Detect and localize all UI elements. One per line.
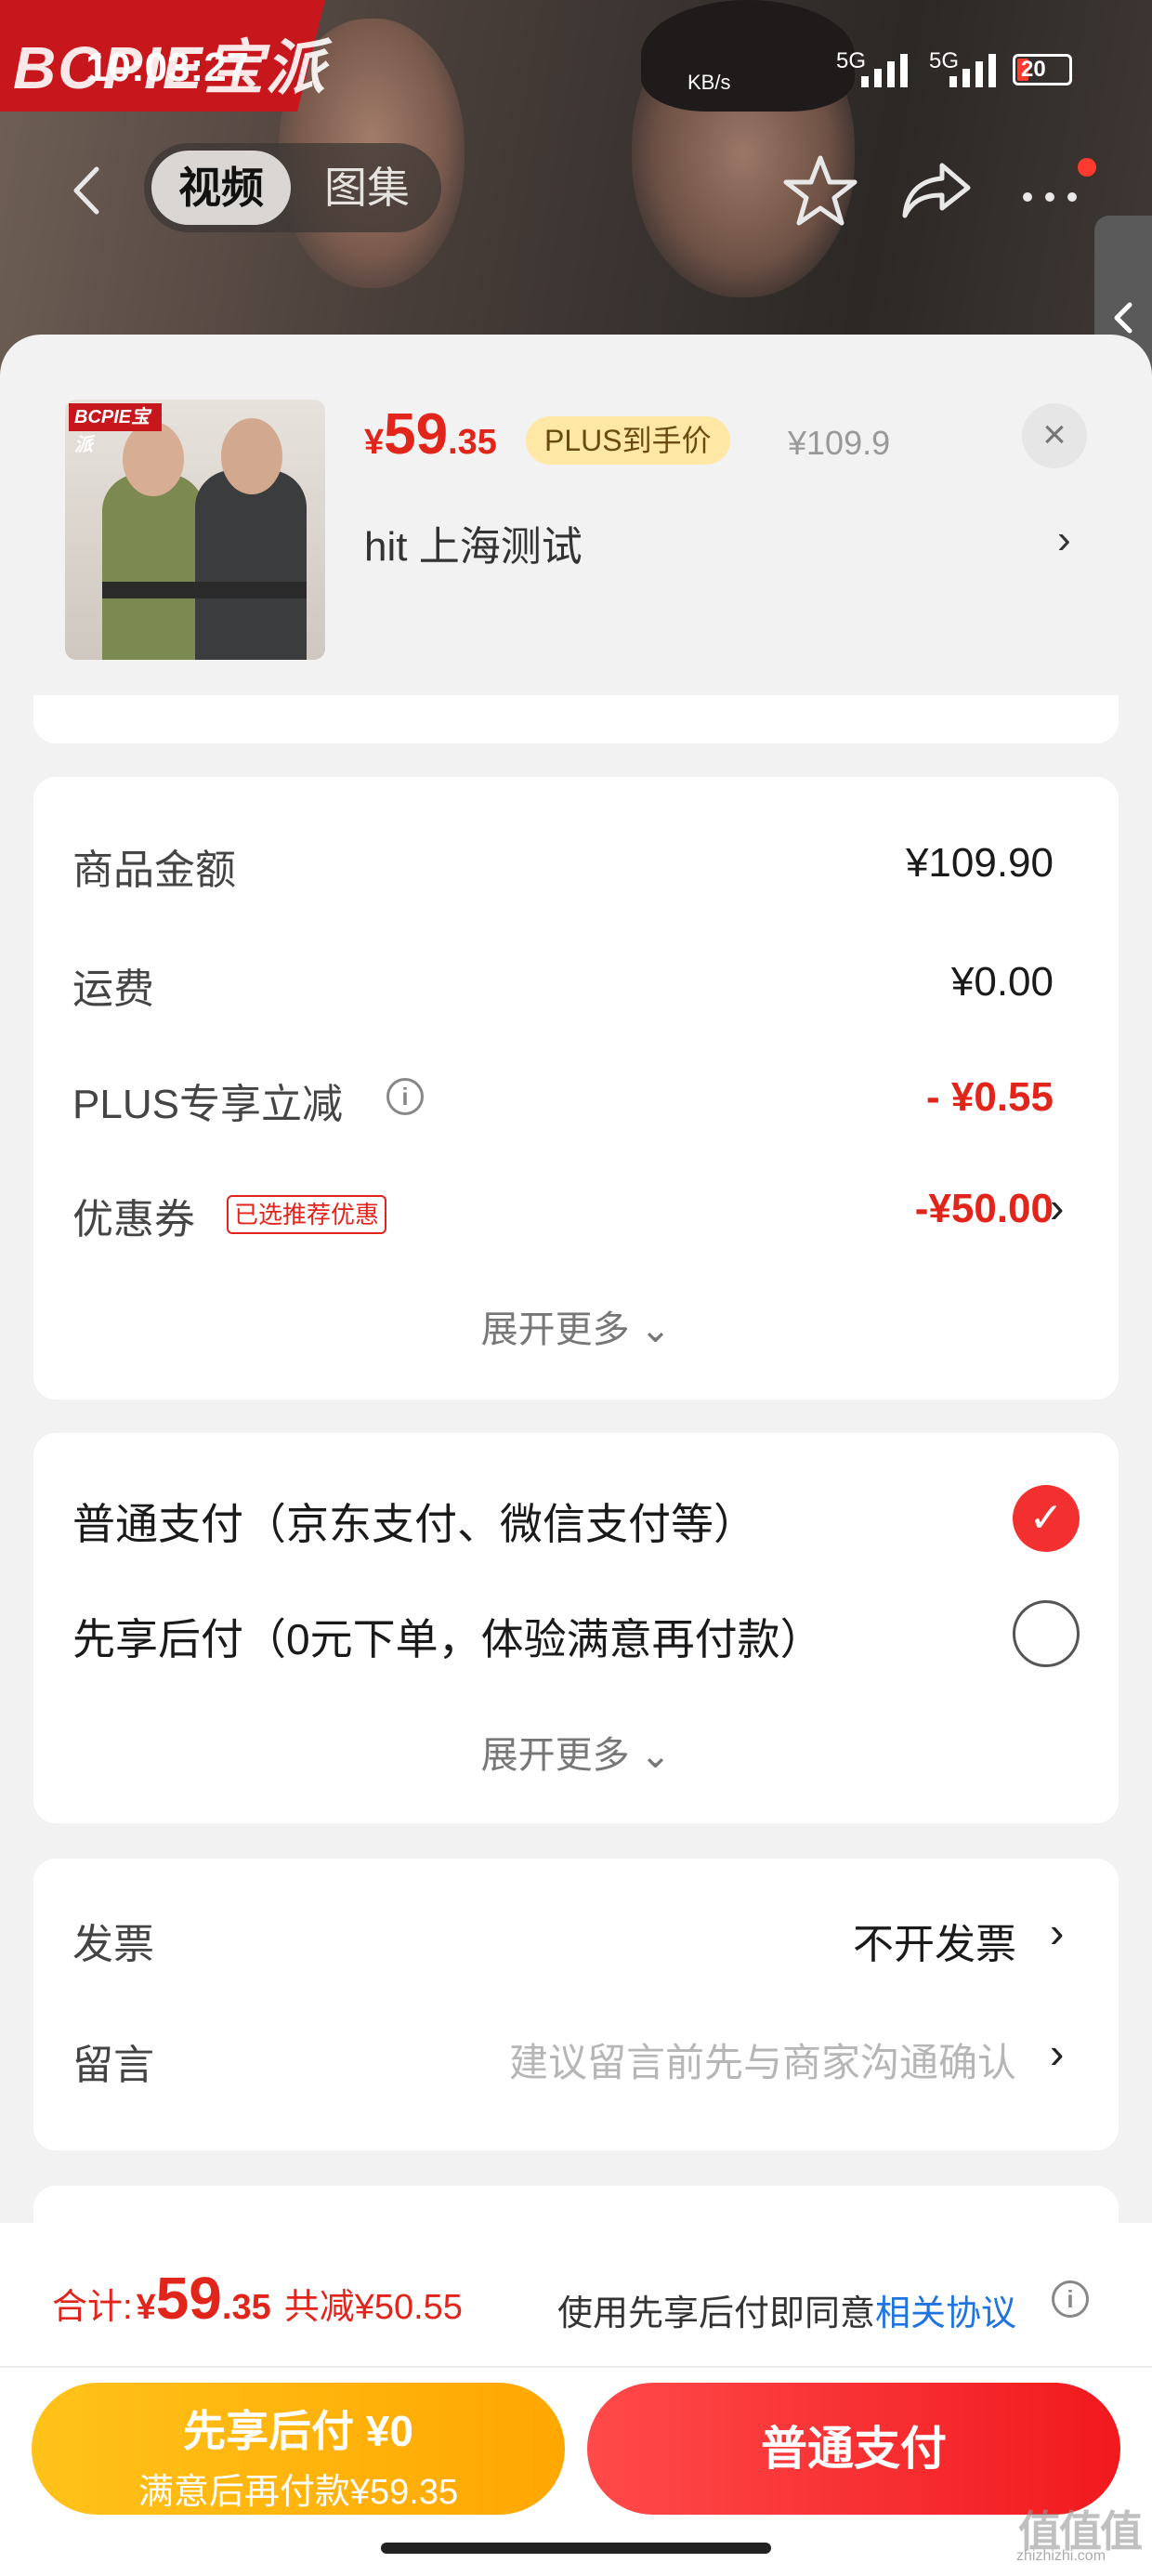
expand-more-button[interactable]: 展开更多 ⌄	[33, 1299, 1119, 1353]
tab-video[interactable]: 视频	[151, 151, 291, 225]
card-bottom-strip	[33, 695, 1119, 743]
note-label: 留言	[72, 2043, 154, 2088]
summary-value-plus: - ¥0.55	[926, 1074, 1054, 1120]
invoice-note-card: 发票 不开发票 › 留言 建议留言前先与商家沟通确认 ›	[33, 1859, 1119, 2150]
total-price: ¥59.35	[137, 2264, 271, 2333]
notification-dot	[1078, 158, 1096, 177]
battery-icon: 20	[1013, 54, 1072, 85]
bnpl-button-title: 先享后付 ¥0	[183, 2407, 413, 2455]
price-decimal: .35	[448, 423, 497, 462]
thumb-head-1	[123, 422, 184, 496]
top-nav: 视频 图集	[0, 139, 1152, 242]
total-currency: ¥	[136, 2288, 156, 2327]
net-speed: KB/s	[687, 71, 731, 94]
payment-option-normal[interactable]: 普通支付（京东支付、微信支付等）	[72, 1491, 756, 1552]
signal-bars-icon	[861, 54, 908, 87]
total-decimal: .35	[221, 2288, 271, 2327]
thumb-figure-1	[102, 474, 204, 660]
thumb-head-2	[221, 418, 282, 494]
summary-label-goods: 商品金额	[72, 848, 236, 893]
thumb-figure-2	[195, 470, 307, 660]
price-currency: ¥	[364, 423, 385, 462]
product-price: ¥59.35	[364, 401, 497, 476]
buy-now-pay-later-button[interactable]: 先享后付 ¥0 满意后再付款¥59.35	[32, 2383, 565, 2515]
payment-method-card: 普通支付（京东支付、微信支付等） ✓ 先享后付（0元下单，体验满意再付款） 展开…	[33, 1433, 1119, 1823]
chevron-right-icon[interactable]: ›	[1057, 517, 1071, 563]
note-input[interactable]: 建议留言前先与商家沟通确认	[509, 2031, 1016, 2088]
signal-bars-icon-2	[949, 54, 996, 87]
expand-more-button[interactable]: 展开更多 ⌄	[33, 1725, 1119, 1779]
status-bar: 10:03:27 KB/s 5G 5G 20	[0, 0, 1152, 130]
agreement-link[interactable]: 相关协议	[875, 2294, 1016, 2333]
summary-label-shipping: 运费	[72, 966, 154, 1012]
chevron-right-icon[interactable]: ›	[1050, 1182, 1064, 1232]
delivery-address[interactable]: hit 上海测试	[364, 513, 583, 572]
total-integer: 59	[155, 2265, 222, 2332]
price-main: ¥59.35	[364, 401, 497, 467]
price-integer: 59	[384, 402, 449, 467]
expand-more-label: 展开更多	[480, 1735, 630, 1776]
normal-pay-button[interactable]: 普通支付	[587, 2383, 1120, 2515]
media-tab-switch: 视频 图集	[144, 143, 441, 232]
summary-value-goods: ¥109.90	[905, 840, 1054, 886]
watermark-site: zhizhizhi.com	[1016, 2548, 1106, 2564]
total-label: 合计:	[52, 2288, 133, 2327]
order-total: 合计: ¥59.35 共减¥50.55	[52, 2264, 463, 2333]
radio-checked-icon[interactable]: ✓	[1013, 1485, 1080, 1552]
thumb-brand-tag: BCPIE宝派	[69, 403, 162, 455]
info-icon[interactable]: i	[1052, 2280, 1089, 2318]
plus-price-badge: PLUS到手价	[526, 416, 730, 465]
expand-more-label: 展开更多	[480, 1309, 630, 1350]
radio-unchecked-icon[interactable]	[1013, 1600, 1080, 1667]
agreement-prefix: 使用先享后付即同意	[557, 2294, 876, 2333]
tab-gallery[interactable]: 图集	[307, 151, 427, 225]
share-icon[interactable]	[896, 149, 979, 232]
coupon-recommended-tag: 已选推荐优惠	[227, 1195, 387, 1234]
summary-label-coupon[interactable]: 优惠券	[72, 1186, 195, 1245]
chevron-right-icon[interactable]: ›	[1050, 1907, 1064, 1957]
payment-option-bnpl[interactable]: 先享后付（0元下单，体验满意再付款）	[72, 1606, 823, 1667]
bnpl-button-subtitle: 满意后再付款¥59.35	[137, 2473, 459, 2512]
total-saving: 共减¥50.55	[283, 2288, 463, 2327]
product-thumbnail: BCPIE宝派	[65, 400, 325, 660]
close-button[interactable]: ×	[1022, 403, 1087, 468]
summary-value-shipping: ¥0.00	[950, 959, 1054, 1005]
invoice-value[interactable]: 不开发票	[853, 1911, 1016, 1970]
agreement-text: 使用先享后付即同意相关协议	[557, 2284, 1016, 2335]
status-time: 10:03:27	[85, 45, 250, 90]
info-icon[interactable]: i	[386, 1078, 424, 1115]
summary-label-plus: PLUS专享立减	[72, 1082, 343, 1127]
invoice-label: 发票	[72, 1922, 154, 1967]
star-favorite-icon[interactable]	[779, 149, 862, 232]
checkout-bottom-bar: 合计: ¥59.35 共减¥50.55 使用先享后付即同意相关协议 i 先享后付…	[0, 2223, 1152, 2576]
divider	[0, 2366, 1152, 2368]
battery-level: 20	[1021, 57, 1046, 82]
price-summary-card: 商品金额 ¥109.90 运费 ¥0.00 PLUS专享立减 i - ¥0.55…	[33, 777, 1119, 1400]
home-indicator	[381, 2543, 771, 2554]
back-arrow-icon[interactable]	[56, 158, 121, 223]
summary-value-coupon[interactable]: -¥50.00	[915, 1186, 1054, 1232]
chevron-right-icon[interactable]: ›	[1050, 2028, 1064, 2078]
original-price: ¥109.9	[788, 424, 891, 462]
thumb-waistband	[102, 582, 307, 598]
